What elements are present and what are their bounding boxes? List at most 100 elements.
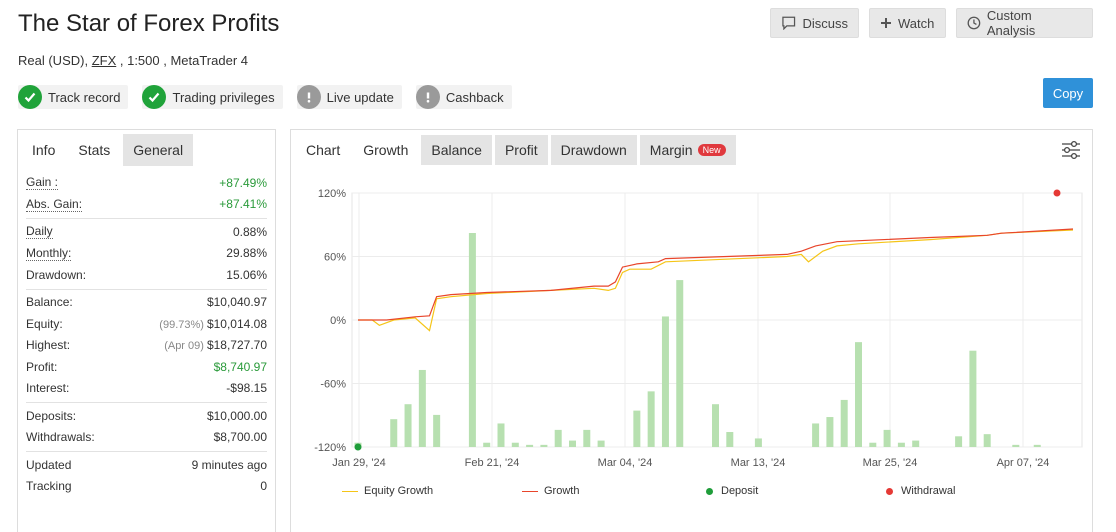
tab-chart[interactable]: Chart — [296, 135, 350, 165]
legend-line — [522, 490, 538, 492]
stat-value: $10,000.00 — [206, 408, 267, 423]
stat-monthly: Monthly: 29.88% — [26, 243, 267, 265]
badge-track-record: Track record — [18, 85, 129, 109]
legend-equity[interactable]: Equity Growth — [342, 485, 433, 497]
badge-label: Trading privileges — [172, 89, 275, 105]
stat-note: (99.73%) — [159, 318, 204, 331]
stats-tabs: Info Stats General — [18, 130, 275, 166]
chart-panel: Chart Growth Balance Profit Drawdown Mar… — [290, 129, 1093, 532]
tracking-group: Updated 9 minutes ago Tracking 0 — [26, 452, 267, 500]
clock-icon — [967, 16, 981, 30]
new-badge: New — [697, 144, 726, 156]
stat-value: 15.06% — [226, 267, 267, 282]
legend-dot — [706, 487, 713, 495]
chat-icon — [782, 16, 796, 30]
account-prefix: Real (USD), — [18, 53, 92, 68]
legend-dot — [886, 487, 893, 495]
account-info: Real (USD), ZFX , 1:500 , MetaTrader 4 — [18, 53, 248, 68]
legend-label: Withdrawal — [901, 485, 956, 497]
tab-margin-label: Margin — [649, 142, 693, 158]
stat-label: Updated — [26, 457, 72, 472]
legend-deposit[interactable]: Deposit — [706, 485, 758, 497]
stat-label: Withdrawals: — [26, 430, 95, 445]
tab-profit[interactable]: Profit — [494, 135, 548, 165]
stat-value: -$98.15 — [226, 381, 267, 396]
stat-value: 9 minutes ago — [191, 457, 267, 472]
stat-value: (Apr 09) $18,727.70 — [164, 338, 267, 352]
stat-label: Interest: — [26, 381, 70, 396]
badge-row: Track record Trading privileges Live upd… — [18, 85, 526, 109]
stat-profit: Profit: $8,740.97 — [26, 356, 267, 378]
account-suffix: , 1:500 , MetaTrader 4 — [116, 53, 249, 68]
stat-value: +87.49% — [219, 175, 267, 190]
plus-icon — [881, 18, 891, 28]
watch-label: Watch — [898, 15, 935, 31]
stat-withdrawals: Withdrawals: $8,700.00 — [26, 427, 267, 449]
tab-margin[interactable]: Margin New — [639, 135, 736, 165]
stat-amount: $18,727.70 — [206, 338, 267, 353]
stats-list: Gain : +87.49% Abs. Gain: +87.41% Daily 0.8… — [18, 166, 275, 500]
page-title: The Star of Forex Profits — [18, 10, 280, 37]
badge-live-update: Live update — [296, 85, 402, 109]
legend-line — [342, 490, 358, 492]
legend-growth[interactable]: Growth — [522, 485, 579, 497]
stats-panel: Info Stats General Gain : +87.49% Abs. Ga… — [17, 129, 276, 532]
stat-value: 0 — [260, 479, 267, 494]
stat-balance: Balance: $10,040.97 — [26, 292, 267, 314]
custom-analysis-button[interactable]: Custom Analysis — [956, 8, 1093, 38]
check-icon — [142, 85, 167, 109]
tab-general[interactable]: General — [123, 134, 194, 166]
stat-label: Balance: — [26, 295, 73, 310]
stat-equity: Equity: (99.73%) $10,014.08 — [26, 313, 267, 335]
stat-label: Drawdown: — [26, 267, 87, 282]
watch-button[interactable]: Watch — [869, 8, 946, 38]
stat-value: (99.73%) $10,014.08 — [159, 317, 267, 331]
stat-updated: Updated 9 minutes ago — [26, 454, 267, 476]
stat-value: $8,740.97 — [213, 359, 267, 374]
exclamation-icon — [415, 85, 440, 109]
gain-group: Gain : +87.49% Abs. Gain: +87.41% — [26, 170, 267, 219]
stat-tracking: Tracking 0 — [26, 476, 267, 498]
stat-value: $8,700.00 — [213, 430, 267, 445]
legend-label: Deposit — [721, 485, 759, 497]
tab-stats[interactable]: Stats — [68, 134, 121, 166]
check-icon — [18, 85, 42, 109]
badge-trading-privileges: Trading privileges — [142, 85, 283, 109]
broker-link[interactable]: ZFX — [92, 53, 117, 68]
stat-deposits: Deposits: $10,000.00 — [26, 405, 267, 427]
settings-sliders-icon[interactable] — [1060, 139, 1082, 161]
tab-info[interactable]: Info — [22, 134, 65, 166]
stat-amount: $10,014.08 — [206, 316, 267, 331]
legend-label: Growth — [544, 485, 580, 497]
discuss-button[interactable]: Discuss — [770, 8, 859, 38]
stat-label[interactable]: Gain : — [26, 175, 59, 191]
chart-tabs: Chart Growth Balance Profit Drawdown Mar… — [291, 130, 1092, 170]
stat-label: Highest: — [26, 338, 71, 353]
balance-group: Balance: $10,040.97 Equity: (99.73%) $10,01… — [26, 290, 267, 403]
copy-button[interactable]: Copy — [1043, 78, 1093, 108]
tab-drawdown[interactable]: Drawdown — [550, 135, 637, 165]
stat-label: Equity: — [26, 316, 63, 331]
stat-abs-gain: Abs. Gain: +87.41% — [26, 194, 267, 216]
stat-value: +87.41% — [219, 197, 267, 212]
stat-gain: Gain : +87.49% — [26, 172, 267, 194]
stat-value: 29.88% — [226, 246, 267, 261]
tab-balance[interactable]: Balance — [421, 135, 492, 165]
tab-growth[interactable]: Growth — [353, 135, 419, 165]
badge-cashback: Cashback — [415, 85, 512, 109]
stat-highest: Highest: (Apr 09) $18,727.70 — [26, 335, 267, 357]
stat-label[interactable]: Abs. Gain: — [26, 197, 83, 212]
discuss-label: Discuss — [802, 15, 848, 31]
legend-withdrawal[interactable]: Withdrawal — [886, 485, 955, 497]
badge-label: Track record — [48, 89, 121, 105]
custom-analysis-label: Custom Analysis — [986, 8, 1036, 38]
stat-value: 0.88% — [232, 224, 267, 239]
rates-group: Daily 0.88% Monthly: 29.88% Drawdown: 15.06… — [26, 219, 267, 290]
legend-label: Equity Growth — [364, 485, 434, 497]
stat-label[interactable]: Daily — [26, 224, 53, 240]
stat-label[interactable]: Monthly: — [26, 246, 72, 261]
badge-label: Live update — [326, 89, 394, 105]
stat-drawdown: Drawdown: 15.06% — [26, 264, 267, 286]
stat-note: (Apr 09) — [164, 340, 204, 353]
stat-daily: Daily 0.88% — [26, 221, 267, 243]
